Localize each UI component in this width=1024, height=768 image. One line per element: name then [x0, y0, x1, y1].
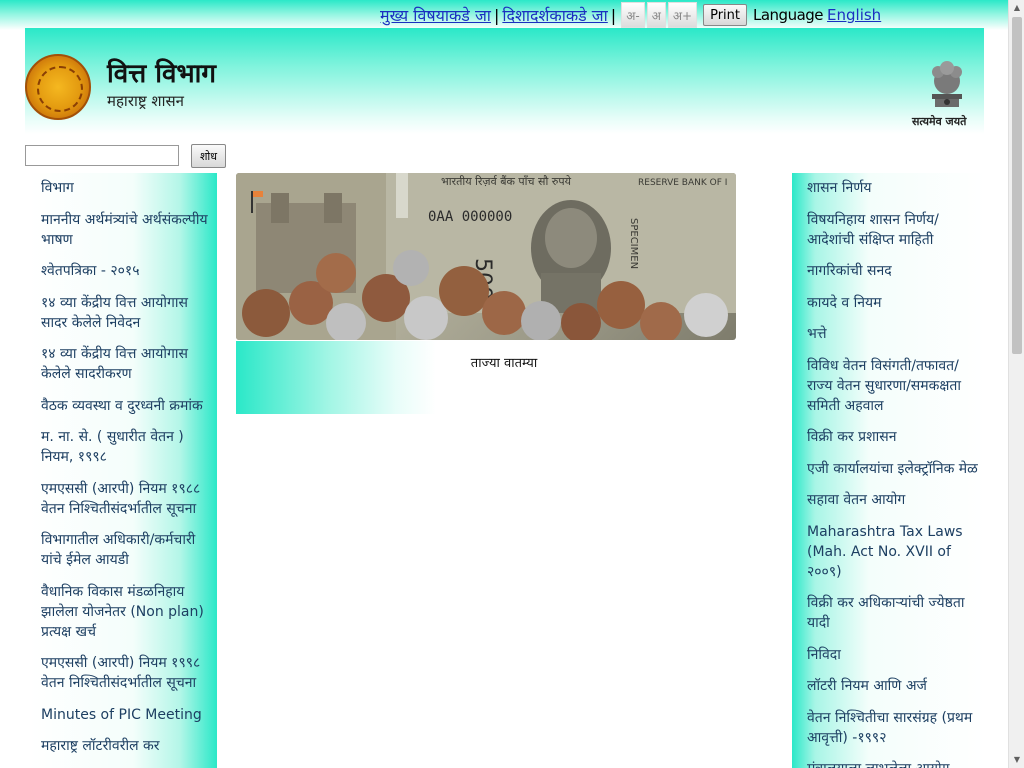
font-decrease-button[interactable]: अ-	[621, 2, 645, 28]
right-menu-item[interactable]: नागरिकांची सनद	[807, 261, 985, 281]
banknote-english-text: RESERVE BANK OF I	[638, 178, 727, 188]
right-menu-item[interactable]: निविदा	[807, 645, 985, 665]
skip-to-navigation-link[interactable]: दिशादर्शकाकडे जा	[502, 4, 607, 26]
right-menu-item-label[interactable]: निविदा	[807, 647, 841, 663]
scroll-up-arrow-icon[interactable]: ▲	[1009, 0, 1024, 16]
right-menu-item[interactable]: एजी कार्यालयांचा इलेक्ट्रॉनिक मेळ	[807, 459, 985, 479]
national-emblem: सत्यमेव जयते	[912, 50, 984, 132]
banknote-serial: 0AA 000000	[428, 209, 512, 225]
right-sidebar: शासन निर्णय विषयनिहाय शासन निर्णय/ आदेशां…	[792, 173, 985, 768]
right-menu-item-label[interactable]: सहावा वेतन आयोग	[807, 492, 905, 508]
scrollbar-thumb[interactable]	[1012, 17, 1022, 354]
right-menu-item[interactable]: सहावा वेतन आयोग	[807, 490, 985, 510]
latest-news-panel: ताज्या वातम्या	[236, 341, 736, 414]
right-menu-item[interactable]: मंत्रालयाला लाभलेला आयोग	[807, 759, 985, 768]
left-menu-item-label[interactable]: महाराष्ट्र लॉटरीवरील कर	[41, 738, 160, 754]
left-menu-item[interactable]: १४ व्या केंद्रीय वित्त आयोगास केलेले साद…	[41, 344, 217, 384]
left-menu-item-label[interactable]: एमएससी (आरपी) नियम १९९८ वेतन निश्चितीसंद…	[41, 655, 200, 691]
left-menu-list: विभाग माननीय अर्थमंत्र्यांचे अर्थसंकल्पीय…	[30, 173, 217, 756]
left-menu-item-label[interactable]: विभाग	[41, 180, 74, 196]
language-label: Language	[753, 6, 824, 24]
left-menu-item[interactable]: महाराष्ट्र लॉटरीवरील कर	[41, 736, 217, 756]
latest-news-title: ताज्या वातम्या	[470, 356, 538, 371]
banknote-specimen-text: SPECIMEN	[628, 218, 639, 269]
right-menu-item-label[interactable]: विक्री कर प्रशासन	[807, 429, 897, 445]
banknote-hindi-text: भारतीय रिज़र्व बैंक पाँच सौ रुपये	[441, 175, 572, 188]
right-menu-item-label[interactable]: विक्री कर अधिकाऱ्यांची ज्येष्ठता यादी	[807, 595, 965, 631]
banner-illustration: भारतीय रिज़र्व बैंक पाँच सौ रुपये RESERV…	[236, 173, 736, 340]
left-menu-item-label[interactable]: माननीय अर्थमंत्र्यांचे अर्थसंकल्पीय भाषण	[41, 212, 208, 248]
left-menu-item-label[interactable]: श्वेतपत्रिका - २०१५	[41, 263, 139, 279]
right-menu-item-label[interactable]: कायदे व नियम	[807, 295, 882, 311]
right-menu-item[interactable]: वेतन निश्चितीचा सारसंग्रह (प्रथम आवृत्ती…	[807, 708, 985, 748]
skip-to-main-content-link[interactable]: मुख्य विषयाकडे जा	[380, 4, 491, 26]
currency-banner-image: भारतीय रिज़र्व बैंक पाँच सौ रुपये RESERV…	[236, 173, 736, 340]
site-header: वित्त विभाग महाराष्ट्र शासन सत्यमेव जयते	[25, 28, 984, 134]
right-menu-item-label[interactable]: शासन निर्णय	[807, 180, 871, 196]
left-menu-item[interactable]: माननीय अर्थमंत्र्यांचे अर्थसंकल्पीय भाषण	[41, 210, 217, 250]
search-button[interactable]: शोध	[191, 144, 226, 168]
left-menu-item-label[interactable]: Minutes of PIC Meeting	[41, 707, 202, 723]
left-menu-item[interactable]: एमएससी (आरपी) नियम १९९८ वेतन निश्चितीसंद…	[41, 653, 217, 693]
page-scrollbar[interactable]: ▲ ▼	[1008, 0, 1024, 768]
ashoka-emblem-icon	[932, 61, 962, 107]
right-menu-item-label[interactable]: मंत्रालयाला लाभलेला आयोग	[807, 761, 950, 768]
right-menu-list: शासन निर्णय विषयनिहाय शासन निर्णय/ आदेशां…	[792, 173, 985, 768]
right-menu-item[interactable]: विक्री कर अधिकाऱ्यांची ज्येष्ठता यादी	[807, 593, 985, 633]
font-increase-button[interactable]: अ+	[667, 2, 698, 28]
separator: |	[493, 5, 500, 25]
left-menu-item-label[interactable]: विभागातील अधिकारी/कर्मचारी यांचे ईमेल आय…	[41, 532, 195, 568]
left-sidebar: विभाग माननीय अर्थमंत्र्यांचे अर्थसंकल्पीय…	[30, 173, 217, 768]
right-menu-item[interactable]: शासन निर्णय	[807, 178, 985, 198]
language-english-link[interactable]: English	[827, 6, 881, 24]
right-menu-item[interactable]: लॉटरी नियम आणि अर्ज	[807, 676, 985, 696]
left-menu-item[interactable]: म. ना. से. ( सुधारीत वेतन ) नियम, १९९८	[41, 427, 217, 467]
scroll-down-arrow-icon[interactable]: ▼	[1009, 752, 1024, 768]
search-input[interactable]	[25, 145, 179, 166]
department-subtitle: महाराष्ट्र शासन	[107, 92, 184, 110]
right-menu-item-label[interactable]: विषयनिहाय शासन निर्णय/ आदेशांची संक्षिप्…	[807, 212, 939, 248]
left-menu-item-label[interactable]: १४ व्या केंद्रीय वित्त आयोगास केलेले साद…	[41, 346, 188, 382]
left-menu-item-label[interactable]: वैधानिक विकास मंडळनिहाय झालेला योजनेतर (…	[41, 584, 204, 640]
right-menu-item-label[interactable]: विविध वेतन विसंगती/तफावत/ राज्य वेतन सुध…	[807, 358, 961, 414]
right-menu-item-label[interactable]: एजी कार्यालयांचा इलेक्ट्रॉनिक मेळ	[807, 461, 978, 477]
left-menu-item-label[interactable]: म. ना. से. ( सुधारीत वेतन ) नियम, १९९८	[41, 429, 184, 465]
right-menu-item[interactable]: भत्ते	[807, 324, 985, 344]
print-button[interactable]: Print	[703, 4, 747, 26]
top-bar: मुख्य विषयाकडे जा | दिशादर्शकाकडे जा | अ…	[380, 2, 881, 28]
left-menu-item[interactable]: एमएससी (आरपी) नियम १९८८ वेतन निश्चितीसंद…	[41, 479, 217, 519]
left-menu-item[interactable]: १४ व्या केंद्रीय वित्त आयोगास सादर केलेल…	[41, 293, 217, 333]
emblem-caption: सत्यमेव जयते	[912, 115, 967, 128]
right-menu-item-label[interactable]: नागरिकांची सनद	[807, 263, 892, 279]
left-menu-item[interactable]: श्वेतपत्रिका - २०१५	[41, 261, 217, 281]
left-menu-item[interactable]: वैठक व्यवस्था व दुरध्वनी क्रमांक	[41, 396, 217, 416]
left-menu-item[interactable]: वैधानिक विकास मंडळनिहाय झालेला योजनेतर (…	[41, 582, 217, 642]
left-menu-item[interactable]: Minutes of PIC Meeting	[41, 705, 217, 725]
left-menu-item-label[interactable]: वैठक व्यवस्था व दुरध्वनी क्रमांक	[41, 398, 203, 414]
right-menu-item[interactable]: Maharashtra Tax Laws (Mah. Act No. XVII …	[807, 522, 985, 582]
right-menu-item-label[interactable]: वेतन निश्चितीचा सारसंग्रह (प्रथम आवृत्ती…	[807, 710, 972, 746]
left-menu-item[interactable]: विभाग	[41, 178, 217, 198]
right-menu-item[interactable]: विक्री कर प्रशासन	[807, 427, 985, 447]
maharashtra-seal-logo[interactable]	[25, 54, 91, 120]
separator: |	[610, 5, 617, 25]
left-menu-item-label[interactable]: एमएससी (आरपी) नियम १९८८ वेतन निश्चितीसंद…	[41, 481, 200, 517]
left-menu-item[interactable]: विभागातील अधिकारी/कर्मचारी यांचे ईमेल आय…	[41, 530, 217, 570]
department-title: वित्त विभाग	[107, 59, 217, 89]
right-menu-item[interactable]: विषयनिहाय शासन निर्णय/ आदेशांची संक्षिप्…	[807, 210, 985, 250]
font-normal-button[interactable]: अ	[646, 2, 666, 28]
right-menu-item[interactable]: विविध वेतन विसंगती/तफावत/ राज्य वेतन सुध…	[807, 356, 985, 416]
left-menu-item-label[interactable]: १४ व्या केंद्रीय वित्त आयोगास सादर केलेल…	[41, 295, 188, 331]
right-menu-item-label[interactable]: Maharashtra Tax Laws (Mah. Act No. XVII …	[807, 524, 963, 580]
right-menu-item[interactable]: कायदे व नियम	[807, 293, 985, 313]
right-menu-item-label[interactable]: भत्ते	[807, 326, 827, 342]
right-menu-item-label[interactable]: लॉटरी नियम आणि अर्ज	[807, 678, 927, 694]
